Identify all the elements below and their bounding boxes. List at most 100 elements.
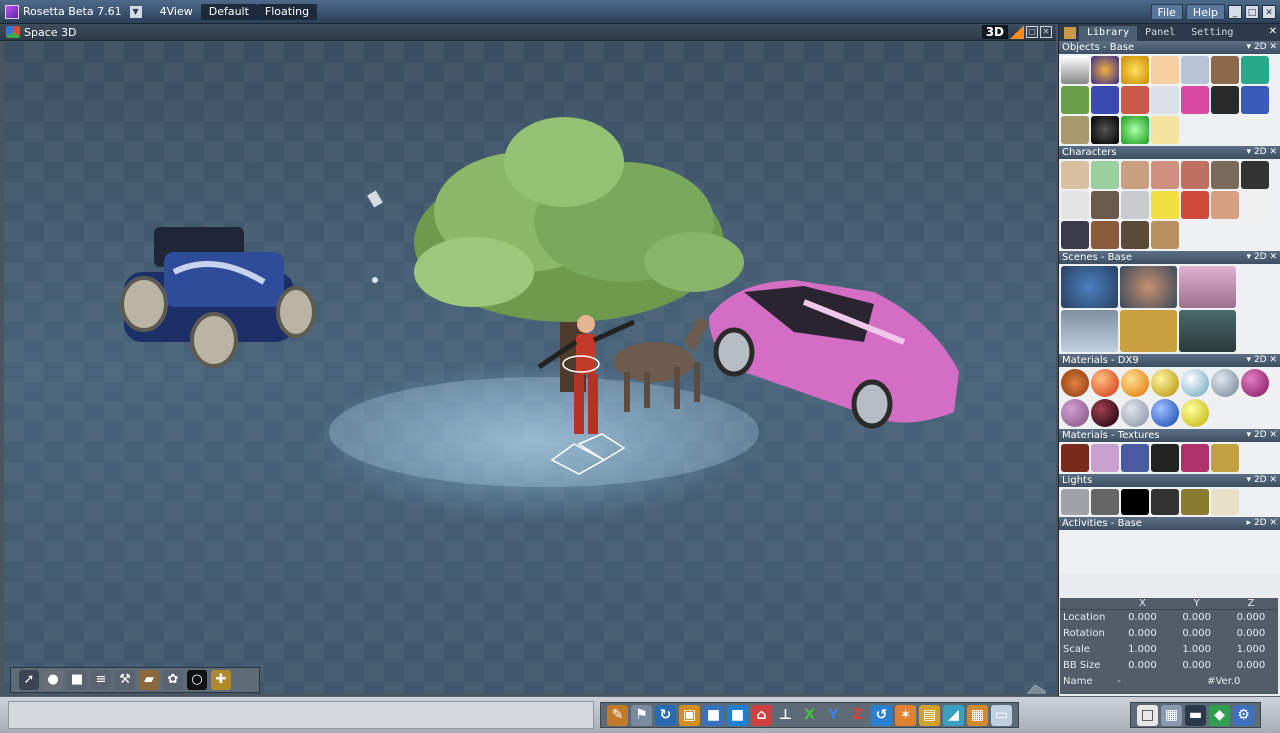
character-thumb[interactable] bbox=[1061, 191, 1089, 219]
character-thumb[interactable] bbox=[1061, 161, 1089, 189]
scene-thumb[interactable] bbox=[1120, 310, 1177, 352]
section-objects[interactable]: Objects - Base ▾ 2D ✕ bbox=[1059, 41, 1280, 54]
settings-tool-icon[interactable]: ⚙ bbox=[1233, 704, 1254, 726]
object-thumb[interactable] bbox=[1151, 56, 1179, 84]
section-characters[interactable]: Characters ▾ 2D ✕ bbox=[1059, 146, 1280, 159]
material-thumb[interactable] bbox=[1211, 369, 1239, 397]
material-thumb[interactable] bbox=[1061, 399, 1089, 427]
object-thumb[interactable] bbox=[1121, 56, 1149, 84]
hammer-tool-icon[interactable]: ⚒ bbox=[115, 670, 135, 690]
scene-thumb[interactable] bbox=[1061, 266, 1118, 308]
character-thumb[interactable] bbox=[1061, 221, 1089, 249]
section-materials-textures[interactable]: Materials - Textures ▾ 2D ✕ bbox=[1059, 429, 1280, 442]
sphere-tool-icon[interactable]: ● bbox=[43, 670, 63, 690]
menu-floating[interactable]: Floating bbox=[256, 3, 318, 20]
object-thumb[interactable] bbox=[1241, 56, 1269, 84]
axis-z-button[interactable]: Z bbox=[847, 705, 868, 726]
home-tool-icon[interactable]: ⌂ bbox=[751, 704, 772, 726]
object-thumb[interactable] bbox=[1241, 86, 1269, 114]
texture-thumb[interactable] bbox=[1061, 444, 1089, 472]
material-thumb[interactable] bbox=[1181, 399, 1209, 427]
character-thumb[interactable] bbox=[1091, 221, 1119, 249]
character-thumb[interactable] bbox=[1121, 221, 1149, 249]
object-thumb[interactable] bbox=[1091, 116, 1119, 144]
scene-thumb[interactable] bbox=[1179, 266, 1236, 308]
section-materials-dx9[interactable]: Materials - DX9 ▾ 2D ✕ bbox=[1059, 354, 1280, 367]
scatter-tool-icon[interactable]: ✶ bbox=[895, 704, 916, 726]
object-thumb[interactable] bbox=[1181, 56, 1209, 84]
light-thumb[interactable] bbox=[1211, 489, 1239, 515]
bucket-tool-icon[interactable]: ◢ bbox=[943, 704, 964, 726]
character-thumb[interactable] bbox=[1121, 191, 1149, 219]
cube-blue-icon[interactable]: ■ bbox=[703, 704, 724, 726]
object-thumb[interactable] bbox=[1121, 116, 1149, 144]
texture-thumb[interactable] bbox=[1091, 444, 1119, 472]
crate-tool-icon[interactable]: ▦ bbox=[967, 704, 988, 726]
character-thumb[interactable] bbox=[1241, 161, 1269, 189]
character-thumb[interactable] bbox=[1151, 161, 1179, 189]
material-thumb[interactable] bbox=[1151, 369, 1179, 397]
menu-4view[interactable]: 4View bbox=[152, 4, 201, 20]
material-thumb[interactable] bbox=[1151, 399, 1179, 427]
character-thumb[interactable] bbox=[1091, 191, 1119, 219]
texture-thumb[interactable] bbox=[1181, 444, 1209, 472]
wrench-tool-icon[interactable]: ✎ bbox=[607, 704, 628, 726]
palette-tool-icon[interactable]: ✿ bbox=[163, 670, 183, 690]
tab-panel[interactable]: Panel bbox=[1137, 26, 1183, 41]
character-thumb[interactable] bbox=[1121, 161, 1149, 189]
menu-default[interactable]: Default bbox=[200, 3, 257, 20]
character-thumb[interactable] bbox=[1241, 191, 1269, 219]
texture-thumb[interactable] bbox=[1121, 444, 1149, 472]
package-tool-icon[interactable]: ▤ bbox=[919, 704, 940, 726]
axes-tool-icon[interactable]: ⊥ bbox=[775, 704, 796, 726]
light-thumb[interactable] bbox=[1181, 489, 1209, 515]
maximize-button[interactable]: □ bbox=[1245, 5, 1259, 19]
rotate-tool-icon[interactable]: ↻ bbox=[655, 704, 676, 726]
object-thumb[interactable] bbox=[1091, 56, 1119, 84]
select-arrow-icon[interactable]: ➚ bbox=[19, 670, 39, 690]
character-thumb[interactable] bbox=[1211, 161, 1239, 189]
viewport-3d[interactable] bbox=[4, 42, 1056, 694]
light-thumb[interactable] bbox=[1061, 489, 1089, 515]
object-thumb[interactable] bbox=[1061, 86, 1089, 114]
material-thumb[interactable] bbox=[1241, 369, 1269, 397]
light-thumb[interactable] bbox=[1151, 489, 1179, 515]
material-thumb[interactable] bbox=[1091, 369, 1119, 397]
character-thumb[interactable] bbox=[1181, 191, 1209, 219]
layers-tool-icon[interactable]: ≡ bbox=[91, 670, 111, 690]
monitor-tool-icon[interactable]: ▬ bbox=[1185, 704, 1206, 726]
axis-y-button[interactable]: Y bbox=[823, 705, 844, 726]
character-thumb[interactable] bbox=[1181, 161, 1209, 189]
box-tool-icon[interactable]: ▣ bbox=[679, 704, 700, 726]
tab-library[interactable]: Library bbox=[1079, 26, 1138, 41]
menu-help[interactable]: Help bbox=[1185, 4, 1225, 20]
material-thumb[interactable] bbox=[1121, 399, 1149, 427]
ring-tool-icon[interactable]: ○ bbox=[187, 670, 207, 690]
image-tool-icon[interactable]: ▭ bbox=[991, 704, 1012, 726]
menu-file[interactable]: File bbox=[1150, 4, 1183, 20]
axis-x-button[interactable]: X bbox=[799, 705, 820, 726]
section-lights[interactable]: Lights ▾ 2D ✕ bbox=[1059, 474, 1280, 487]
tab-setting[interactable]: Setting bbox=[1183, 26, 1241, 41]
object-thumb[interactable] bbox=[1061, 56, 1089, 84]
object-thumb[interactable] bbox=[1061, 116, 1089, 144]
texture-thumb[interactable] bbox=[1151, 444, 1179, 472]
shapes-tool-icon[interactable]: ◆ bbox=[1209, 704, 1230, 726]
character-thumb[interactable] bbox=[1151, 191, 1179, 219]
close-button[interactable]: ✕ bbox=[1262, 5, 1276, 19]
grid-tool-icon[interactable]: ▦ bbox=[1161, 704, 1182, 726]
undo-tool-icon[interactable]: ↺ bbox=[871, 704, 892, 726]
object-thumb[interactable] bbox=[1151, 86, 1179, 114]
hot-rod-car[interactable] bbox=[120, 227, 316, 368]
viewport-close-button[interactable]: ✕ bbox=[1040, 26, 1052, 38]
axis-gizmo-icon[interactable] bbox=[999, 677, 1049, 694]
close-icon[interactable]: ✕ bbox=[1269, 26, 1277, 37]
view-mode-toggle[interactable]: 3D bbox=[981, 25, 1008, 39]
object-thumb[interactable] bbox=[1151, 116, 1179, 144]
character-thumb[interactable] bbox=[1151, 221, 1179, 249]
corner-flag-icon[interactable] bbox=[1010, 25, 1024, 39]
add-object-icon[interactable]: ✚ bbox=[211, 670, 231, 690]
viewport-restore-button[interactable]: □ bbox=[1026, 26, 1038, 38]
scene-thumb[interactable] bbox=[1179, 310, 1236, 352]
object-thumb[interactable] bbox=[1211, 86, 1239, 114]
